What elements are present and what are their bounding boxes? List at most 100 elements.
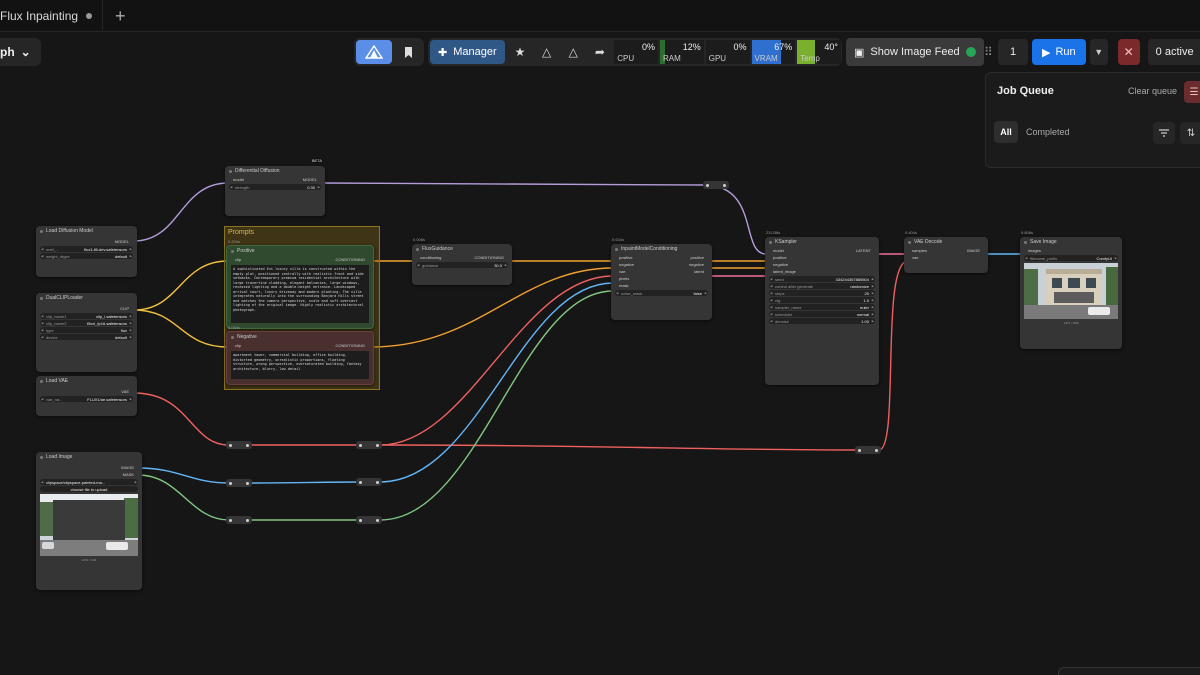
queue-tab-completed[interactable]: Completed (1026, 127, 1070, 137)
output-model[interactable]: MODEL (303, 177, 317, 182)
clear-list-icon[interactable]: ☰ (1184, 81, 1200, 103)
clip-name2-widget[interactable]: clip_name2t5xxl_fp16.safetensors (40, 320, 133, 326)
node-title[interactable]: Positive (227, 246, 373, 256)
cancel-icon[interactable]: ✕ (1117, 39, 1140, 65)
filter-icon[interactable] (1153, 122, 1175, 144)
bookmark-icon[interactable] (394, 40, 422, 64)
batch-count-input[interactable]: 1 (998, 39, 1028, 65)
node-dual-clip-loader[interactable]: DualCLIPLoader CLIP clip_name1clip_l.saf… (36, 293, 137, 372)
reroute-mask-1[interactable] (226, 516, 252, 524)
comfy-logo-icon[interactable] (356, 40, 392, 64)
node-title[interactable]: DualCLIPLoader (36, 293, 137, 303)
negative-text[interactable]: apartment tower, commercial building, of… (231, 351, 369, 379)
star-icon[interactable]: ★ (507, 40, 534, 64)
new-tab-button[interactable]: + (115, 7, 126, 25)
control-after-generate-widget[interactable]: control after generaterandomize (769, 283, 875, 289)
output-negative[interactable]: negative (689, 262, 704, 267)
reroute-vae-2[interactable] (356, 441, 382, 449)
manager-button[interactable]: ✚ Manager (430, 40, 505, 64)
node-title[interactable]: Load Diffusion Model (36, 226, 137, 236)
node-differential-diffusion[interactable]: BETA Differential Diffusion model MODEL s… (225, 158, 325, 216)
output-latent[interactable]: latent (694, 269, 704, 274)
node-title[interactable]: Save Image (1020, 237, 1122, 247)
input-clip[interactable]: clip (235, 343, 241, 348)
output-mask[interactable]: MASK (123, 472, 134, 477)
clip-name1-widget[interactable]: clip_name1clip_l.safetensors (40, 313, 133, 319)
weight-dtype-widget[interactable]: weight_dtypedefault (40, 253, 133, 259)
run-options-chevron-icon[interactable]: ▼ (1089, 39, 1108, 65)
type-widget[interactable]: typeflux (40, 327, 133, 333)
input-images[interactable]: images (1028, 248, 1041, 253)
output-model[interactable]: MODEL (115, 239, 129, 244)
run-button[interactable]: ▶ Run (1032, 39, 1086, 65)
denoise-widget[interactable]: denoise1.00 (769, 318, 875, 324)
show-image-feed-button[interactable]: ▣ Show Image Feed (846, 38, 984, 66)
guidance-widget[interactable]: guidance30.0 (416, 262, 508, 268)
input-vae[interactable]: vae (912, 255, 918, 260)
input-model[interactable]: model (233, 177, 244, 182)
node-title[interactable]: Load VAE (36, 376, 137, 386)
node-load-image[interactable]: Load Image IMAGE MASK clipspace/clipspac… (36, 452, 142, 590)
vae-name-widget[interactable]: vae_na...FLUX1/ae.safetensors (40, 396, 133, 402)
queue-tab-all[interactable]: All (994, 121, 1018, 143)
share-icon[interactable]: ➦ (587, 40, 614, 64)
input-positive[interactable]: positive (773, 255, 787, 260)
noise-mask-widget[interactable]: noise_maskfalse (615, 290, 708, 296)
reroute-image-1[interactable] (226, 479, 252, 487)
node-load-diffusion-model[interactable]: Load Diffusion Model MODEL unet_...flux1… (36, 226, 137, 277)
input-conditioning[interactable]: conditioning (420, 255, 441, 260)
node-load-vae[interactable]: Load VAE VAE vae_na...FLUX1/ae.safetenso… (36, 376, 137, 416)
reroute-mask-2[interactable] (356, 516, 382, 524)
tab-flux-inpainting[interactable]: Flux Inpainting (0, 0, 104, 32)
sampler-name-widget[interactable]: sampler_nameeuler (769, 304, 875, 310)
steps-widget[interactable]: steps20 (769, 290, 875, 296)
sort-icon[interactable]: ⇅ (1180, 122, 1200, 144)
unet-name-widget[interactable]: unet_...flux1-fill-dev.safetensors (40, 246, 133, 252)
group-title[interactable]: Prompts (225, 227, 379, 238)
device-widget[interactable]: devicedefault (40, 334, 133, 340)
node-negative-prompt[interactable]: 0.084s Negative clip CONDITIONING apartme… (226, 325, 374, 385)
reroute-vae-3[interactable] (855, 446, 881, 454)
input-pixels[interactable]: pixels (619, 276, 629, 281)
node-title[interactable]: InpaintModelConditioning (611, 244, 712, 254)
node-ksampler[interactable]: 23.038s KSampler model LATENT positive ne… (765, 230, 879, 385)
input-model[interactable]: model (773, 248, 784, 253)
clear-queue-button[interactable]: Clear queue (1128, 86, 1177, 96)
output-conditioning[interactable]: CONDITIONING (474, 255, 504, 260)
input-positive[interactable]: positive (619, 255, 633, 260)
output-clip[interactable]: CLIP (120, 306, 129, 311)
reroute-vae-1[interactable] (226, 441, 252, 449)
node-title[interactable]: VAE Decode (904, 237, 988, 247)
node-vae-decode[interactable]: 0.404s VAE Decode samples IMAGE vae (904, 230, 988, 273)
reroute-image-2[interactable] (356, 478, 382, 486)
cfg-widget[interactable]: cfg1.0 (769, 297, 875, 303)
output-image[interactable]: IMAGE (967, 248, 980, 253)
graph-selector[interactable]: ph ⌄ (0, 38, 41, 66)
upload-button[interactable]: choose file to upload (40, 486, 138, 492)
model-a-icon[interactable]: △ (533, 40, 560, 64)
filename-prefix-widget[interactable]: filename_prefixComfyUI (1024, 255, 1118, 261)
image-select-widget[interactable]: clipspace/clipspace-painted-ma... (40, 479, 138, 485)
node-inpaint-model-conditioning[interactable]: 0.634s InpaintModelConditioning positive… (611, 237, 712, 320)
node-title[interactable]: Load Image (36, 452, 142, 462)
input-latent-image[interactable]: latent_image (773, 269, 796, 274)
active-jobs-button[interactable]: 0 active (1147, 39, 1200, 65)
input-negative[interactable]: negative (619, 262, 634, 267)
node-title[interactable]: Differential Diffusion (225, 166, 325, 176)
input-negative[interactable]: negative (773, 262, 788, 267)
node-title[interactable]: FluxGuidance (412, 244, 512, 254)
positive-text[interactable]: A sophisticated Evi luxury villa is cons… (231, 265, 369, 323)
output-conditioning[interactable]: CONDITIONING (335, 343, 365, 348)
seed-widget[interactable]: seed434244367885604 (769, 276, 875, 282)
reroute-model[interactable] (703, 181, 729, 189)
node-save-image[interactable]: 0.808s Save Image images filename_prefix… (1020, 230, 1122, 349)
model-b-icon[interactable]: △ (560, 40, 587, 64)
node-flux-guidance[interactable]: 0.008s FluxGuidance conditioning CONDITIO… (412, 237, 512, 285)
input-samples[interactable]: samples (912, 248, 927, 253)
output-image[interactable]: IMAGE (121, 465, 134, 470)
output-positive[interactable]: positive (690, 255, 704, 260)
output-latent[interactable]: LATENT (856, 248, 871, 253)
input-mask[interactable]: mask (619, 283, 629, 288)
strength-widget[interactable]: strength0.30 (229, 184, 321, 190)
tab-title[interactable]: Flux Inpainting (0, 9, 78, 23)
